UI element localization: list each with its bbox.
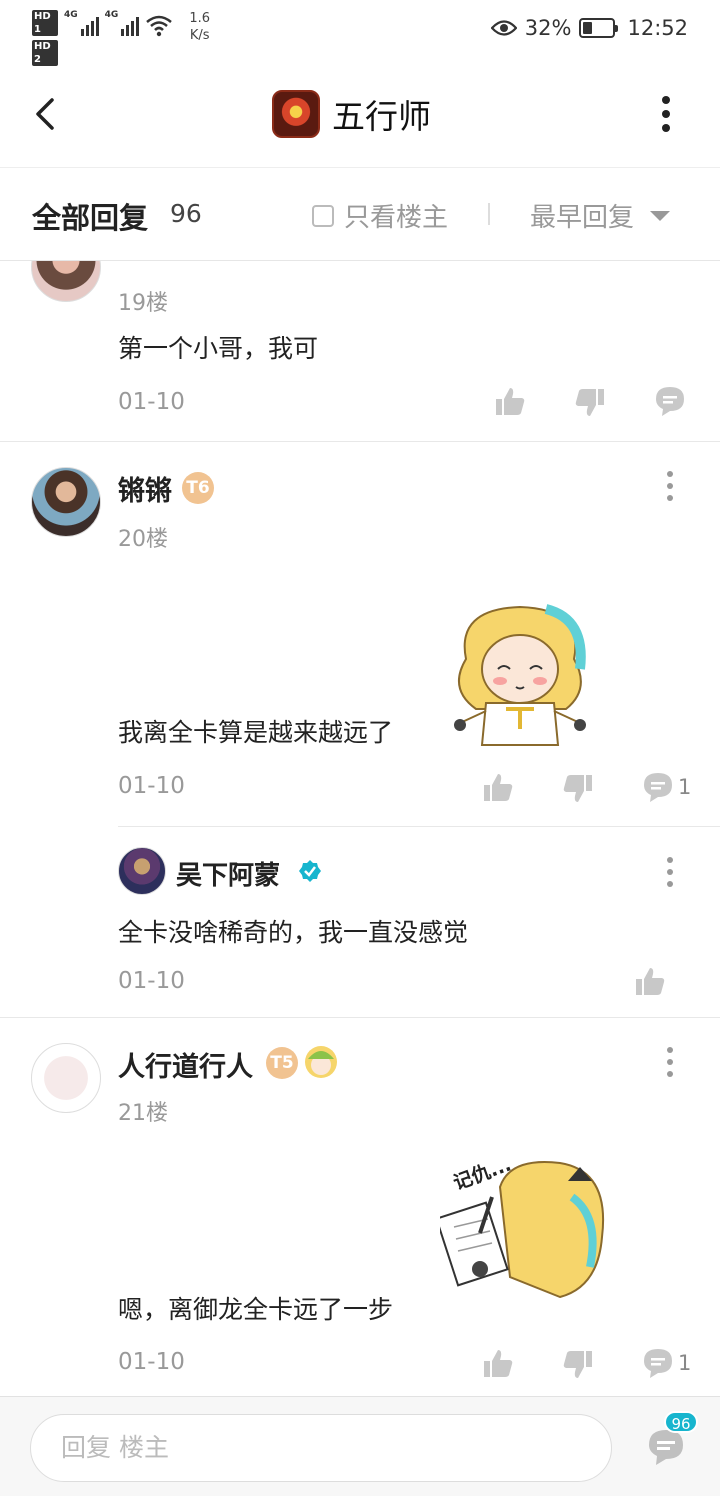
- more-options-icon[interactable]: [666, 471, 674, 501]
- status-left: HD 1 HD 2 4G 4G 1.6 K/s: [32, 10, 210, 66]
- avatar[interactable]: [31, 261, 101, 302]
- reply-bar: 回复 楼主 96: [0, 1396, 720, 1496]
- top-app-bar: 五行师: [0, 60, 720, 168]
- sort-dropdown[interactable]: 最早回复: [530, 197, 671, 234]
- reply-input[interactable]: 回复 楼主: [30, 1414, 612, 1482]
- comment-icon[interactable]: [642, 771, 674, 803]
- status-bar: HD 1 HD 2 4G 4G 1.6 K/s 32% 12:52: [0, 0, 720, 66]
- only-owner-label: 只看楼主: [344, 203, 449, 233]
- more-options-icon[interactable]: [666, 1047, 674, 1077]
- eye-icon: [490, 20, 517, 36]
- comment-count: 1: [678, 775, 692, 799]
- reply-text: 我离全卡算是越来越远了: [118, 718, 394, 747]
- username[interactable]: 人行道行人: [118, 1045, 253, 1084]
- username[interactable]: 吴下阿蒙: [176, 855, 280, 892]
- comment-icon[interactable]: [642, 1347, 674, 1379]
- net-speed-unit: K/s: [189, 28, 210, 43]
- divider: [488, 203, 490, 225]
- chevron-down-icon: [650, 210, 671, 221]
- reply-date: 01-10: [118, 389, 185, 415]
- hd-indicators: HD 1 HD 2: [32, 10, 58, 66]
- hd1-indicator: HD 1: [32, 10, 58, 36]
- app-logo-icon: [272, 90, 320, 138]
- reply-text: 第一个小哥，我可: [118, 334, 319, 363]
- character-badge-icon: [305, 1046, 337, 1078]
- signal-icon-2: 4G: [105, 10, 140, 36]
- page-title: 五行师: [332, 97, 431, 136]
- comment-count: 1: [678, 1351, 692, 1375]
- reply-date: 01-10: [118, 1349, 185, 1375]
- net2-label: 4G: [104, 10, 119, 20]
- comment-count-badge: 96: [664, 1411, 698, 1433]
- reply-list: 19楼 第一个小哥，我可 01-10 锵锵 T6 20楼 我离全卡算是越来越远了…: [0, 261, 720, 1396]
- avatar[interactable]: [31, 1043, 101, 1113]
- anime-girl-sticker: [454, 604, 586, 746]
- net-speed: 1.6 K/s: [189, 10, 210, 44]
- forum-title[interactable]: 五行师: [272, 90, 431, 138]
- sort-label: 最早回复: [530, 203, 635, 233]
- all-replies-label: 全部回复: [32, 201, 149, 235]
- net1-label: 4G: [64, 10, 78, 20]
- reply-text: 嗯，离御龙全卡远了一步: [118, 1295, 394, 1324]
- reply-count: 96: [170, 199, 202, 228]
- floor-number: 19楼: [118, 291, 168, 316]
- reply-date: 01-10: [118, 968, 185, 994]
- level-badge: T6: [182, 472, 214, 504]
- avatar[interactable]: [118, 847, 166, 895]
- username[interactable]: 锵锵: [118, 469, 172, 508]
- checkbox-icon[interactable]: [312, 204, 334, 227]
- more-options-icon[interactable]: [660, 96, 672, 132]
- comment-icon[interactable]: [654, 385, 686, 417]
- battery-percent: 32%: [524, 16, 572, 40]
- thumbs-up-icon[interactable]: [482, 771, 514, 803]
- reply-text: 全卡没啥稀奇的，我一直没感觉: [118, 918, 469, 947]
- thumbs-down-icon[interactable]: [562, 773, 594, 805]
- divider: [0, 441, 720, 442]
- clock: 12:52: [627, 16, 688, 40]
- thumbs-down-icon[interactable]: [574, 387, 606, 419]
- floor-number: 21楼: [118, 1101, 168, 1126]
- thumbs-up-icon[interactable]: [634, 965, 666, 997]
- avatar[interactable]: [31, 467, 101, 537]
- net-speed-value: 1.6: [189, 11, 210, 26]
- divider: [0, 1017, 720, 1018]
- thumbs-up-icon[interactable]: [494, 385, 526, 417]
- thumbs-down-icon[interactable]: [562, 1349, 594, 1381]
- status-right: 32% 12:52: [490, 16, 688, 40]
- signal-icon: 4G: [64, 10, 99, 36]
- wifi-icon: [146, 15, 173, 37]
- more-options-icon[interactable]: [666, 857, 674, 887]
- level-badge: T5: [266, 1047, 298, 1079]
- reply-filter-bar: 全部回复 96 只看楼主 最早回复: [0, 169, 720, 261]
- verified-badge-icon: [299, 860, 321, 882]
- battery-icon: [579, 18, 619, 38]
- only-owner-toggle[interactable]: 只看楼主: [312, 197, 448, 234]
- back-icon[interactable]: [28, 92, 68, 136]
- floor-number: 20楼: [118, 527, 168, 552]
- reply-date: 01-10: [118, 773, 185, 799]
- thumbs-up-icon[interactable]: [482, 1347, 514, 1379]
- divider: [118, 826, 720, 827]
